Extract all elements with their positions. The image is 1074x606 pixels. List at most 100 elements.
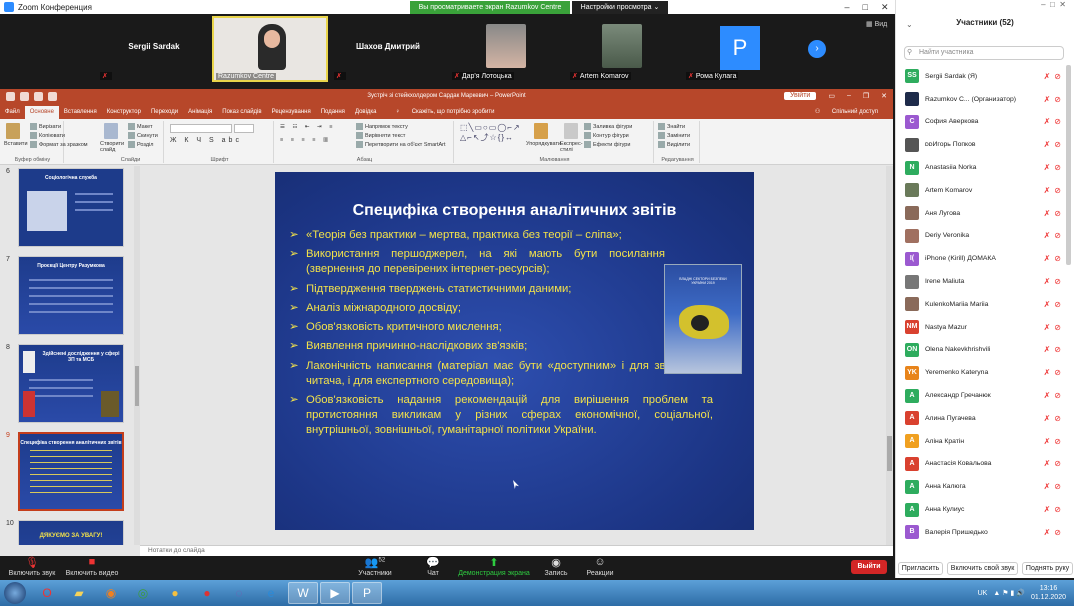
participant-row[interactable]: I(iPhone (Kirill) ДОМАКА ✗ ⊘ xyxy=(896,247,1067,270)
video-off-icon[interactable]: ⊘ xyxy=(1054,254,1061,263)
slide-thumbnail[interactable]: Здійснені дослідження у сфері ЗП та МСБ xyxy=(18,344,124,423)
clock[interactable]: 13:16 01.12.2020 xyxy=(1031,584,1066,602)
participant-row[interactable]: Irene Maliuta ✗ ⊘ xyxy=(896,270,1067,293)
mic-muted-icon[interactable]: ✗ xyxy=(1044,345,1051,354)
align-buttons[interactable]: ≡ ≡ ≡ ≡ ▥ xyxy=(280,137,331,143)
video-off-icon[interactable]: ⊘ xyxy=(1054,231,1061,240)
tab-insert[interactable]: Вставлення xyxy=(59,106,102,119)
minimize-icon[interactable]: – xyxy=(845,2,850,12)
maximize-icon[interactable]: □ xyxy=(863,2,868,12)
unmute-self-button[interactable]: Включить свой звук xyxy=(946,561,1019,575)
mic-muted-icon[interactable]: ✗ xyxy=(1044,437,1051,446)
video-off-icon[interactable]: ⊘ xyxy=(1054,345,1061,354)
share-screen-button[interactable]: ⬆ Демонстрация экрана xyxy=(456,556,532,577)
mic-muted-icon[interactable]: ✗ xyxy=(1044,391,1051,400)
new-slide-icon[interactable] xyxy=(104,123,118,139)
ribbon-options-icon[interactable]: ▭ xyxy=(828,92,835,100)
participant-row[interactable]: Artem Komarov ✗ ⊘ xyxy=(896,179,1067,202)
tab-animations[interactable]: Анімація xyxy=(183,106,217,119)
mic-muted-icon[interactable]: ✗ xyxy=(1044,323,1051,332)
word-icon[interactable]: W xyxy=(288,582,318,604)
participant-row[interactable]: ON Olena Nakevkhrishvili ✗ ⊘ xyxy=(896,339,1067,362)
video-off-icon[interactable]: ⊘ xyxy=(1054,300,1061,309)
section-button[interactable]: Розділ xyxy=(128,141,153,148)
mic-muted-icon[interactable]: ✗ xyxy=(1044,414,1051,423)
mic-muted-icon[interactable]: ✗ xyxy=(1044,254,1051,263)
format-painter-button[interactable]: Формат за зразком xyxy=(30,141,88,148)
scroll-thumb[interactable] xyxy=(135,366,139,406)
participant-row[interactable]: N Anastasiia Norka ✗ ⊘ xyxy=(896,156,1067,179)
close-icon[interactable]: ✕ xyxy=(881,2,889,13)
video-off-icon[interactable]: ⊘ xyxy=(1054,368,1061,377)
firefox-icon[interactable]: ◉ xyxy=(96,582,126,604)
video-off-icon[interactable]: ⊘ xyxy=(1054,209,1061,218)
paste-button[interactable]: Вставити xyxy=(4,141,28,147)
video-off-icon[interactable]: ⊘ xyxy=(1054,482,1061,491)
chrome-icon[interactable]: ◎ xyxy=(128,582,158,604)
mic-muted-icon[interactable]: ✗ xyxy=(1044,300,1051,309)
powerpoint-icon[interactable]: P xyxy=(352,582,382,604)
participant-row[interactable]: NM Nastya Mazur ✗ ⊘ xyxy=(896,316,1067,339)
quick-styles-button[interactable]: Експрес-стилі xyxy=(560,141,583,153)
video-off-icon[interactable]: ⊘ xyxy=(1054,437,1061,446)
find-button[interactable]: Знайти xyxy=(658,123,685,130)
zoom-taskbar-icon[interactable]: ▶ xyxy=(320,582,350,604)
slide-thumbnail[interactable]: Соціологічна служба xyxy=(18,168,124,247)
tab-file[interactable]: Файл xyxy=(0,106,25,119)
video-off-icon[interactable]: ⊘ xyxy=(1054,528,1061,537)
tray-icons[interactable]: ▲ ⚑ ▮ 🔊 xyxy=(993,589,1025,597)
edge-icon[interactable]: e xyxy=(256,582,286,604)
video-off-icon[interactable]: ⊘ xyxy=(1054,140,1061,149)
participant-row[interactable]: А Аліна Кратін ✗ ⊘ xyxy=(896,430,1067,453)
participant-row[interactable]: А Анастасія Ковальова ✗ ⊘ xyxy=(896,453,1067,476)
mic-muted-icon[interactable]: ✗ xyxy=(1044,140,1051,149)
replace-button[interactable]: Замінити xyxy=(658,132,690,139)
video-off-icon[interactable]: ⊘ xyxy=(1054,414,1061,423)
mic-muted-icon[interactable]: ✗ xyxy=(1044,186,1051,195)
font-size-select[interactable] xyxy=(234,124,254,133)
participant-row[interactable]: SS Sergii Sardak (Я) ✗ ⊘ xyxy=(896,65,1067,88)
shape-fill-button[interactable]: Заливка фігури xyxy=(584,123,632,130)
video-off-icon[interactable]: ⊘ xyxy=(1054,117,1061,126)
participant-row[interactable]: KulenkoMariia Mariia ✗ ⊘ xyxy=(896,293,1067,316)
video-off-icon[interactable]: ⊘ xyxy=(1054,95,1061,104)
video-tile[interactable]: Sergii Sardak ✗ xyxy=(96,16,212,82)
slide-thumbnail[interactable]: Проєкції Центру Разумкова xyxy=(18,256,124,335)
raise-hand-button[interactable]: Поднять руку xyxy=(1021,561,1074,575)
list-buttons[interactable]: ☰ ☷ ⇤ ⇥ ≡ xyxy=(280,124,335,130)
video-off-icon[interactable]: ⊘ xyxy=(1054,505,1061,514)
view-button[interactable]: ▦ Вид xyxy=(866,20,887,28)
signin-button[interactable]: Увійти xyxy=(783,92,817,100)
mic-muted-icon[interactable]: ✗ xyxy=(1044,117,1051,126)
participant-scrollbar[interactable] xyxy=(1066,65,1071,265)
video-off-icon[interactable]: ⊘ xyxy=(1054,163,1061,172)
tab-review[interactable]: Рецензування xyxy=(267,106,316,119)
canvas-scrollbar[interactable] xyxy=(886,166,893,545)
mic-muted-icon[interactable]: ✗ xyxy=(1044,95,1051,104)
participant-row[interactable]: YK Yeremenko Kateryna ✗ ⊘ xyxy=(896,361,1067,384)
participant-row[interactable]: ᴅᴅИгорь Попков ✗ ⊘ xyxy=(896,133,1067,156)
align-text-button[interactable]: Вирівняти текст xyxy=(356,132,405,139)
opera-icon[interactable]: O xyxy=(32,582,62,604)
scroll-thumb[interactable] xyxy=(887,436,892,471)
mic-muted-icon[interactable]: ✗ xyxy=(1044,459,1051,468)
participant-row[interactable]: Deriy Veronika ✗ ⊘ xyxy=(896,225,1067,248)
video-tile[interactable]: ✗ Дар'я Лотоцька xyxy=(448,16,564,82)
participant-row[interactable]: А Анна Калюга ✗ ⊘ xyxy=(896,475,1067,498)
video-off-icon[interactable]: ⊘ xyxy=(1054,186,1061,195)
arrange-button[interactable]: Упорядкувати xyxy=(526,141,561,147)
smartart-button[interactable]: Перетворити на об'єкт SmartArt xyxy=(356,141,446,148)
leave-button[interactable]: Выйти xyxy=(851,560,887,574)
mic-muted-icon[interactable]: ✗ xyxy=(1044,72,1051,81)
invite-button[interactable]: Пригласить xyxy=(897,561,944,575)
gallery-next-icon[interactable]: › xyxy=(808,40,826,58)
shapes-gallery[interactable]: ⬚╲▭○▭◯⌐↗ △⌐↖⤴☆{}↔ xyxy=(460,123,521,143)
close-icon[interactable]: ✕ xyxy=(881,92,887,100)
video-tile-active-speaker[interactable]: Razumkov Centre xyxy=(212,16,328,82)
text-direction-button[interactable]: Напрямок тексту xyxy=(356,123,408,130)
tab-slideshow[interactable]: Показ слайдів xyxy=(217,106,266,119)
reactions-button[interactable]: ☺ Реакции xyxy=(582,556,618,577)
participant-row[interactable]: А Александр Гречанюк ✗ ⊘ xyxy=(896,384,1067,407)
participant-row[interactable]: А Алина Пугачева ✗ ⊘ xyxy=(896,407,1067,430)
notes-pane[interactable]: Нотатки до слайда xyxy=(140,545,893,556)
